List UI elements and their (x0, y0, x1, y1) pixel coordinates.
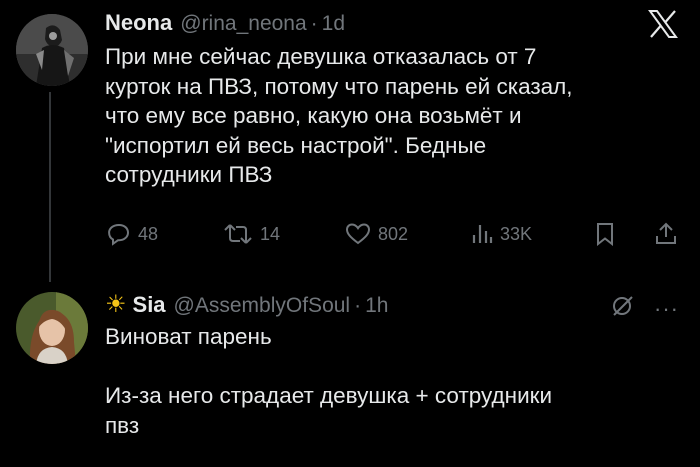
reply-author-name[interactable]: Sia (133, 292, 166, 318)
views-icon (472, 225, 493, 243)
share-button[interactable] (655, 222, 677, 246)
like-count: 802 (378, 223, 409, 244)
repost-button[interactable]: 14 (223, 222, 280, 246)
thread-line (49, 92, 51, 282)
reply-button[interactable]: 48 (107, 222, 158, 246)
repost-icon (224, 224, 252, 244)
reply-count: 48 (138, 223, 159, 244)
separator-dot: · (310, 12, 318, 35)
sun-emoji: ☀ (105, 291, 127, 318)
bookmark-button[interactable] (595, 222, 615, 246)
grok-icon[interactable] (610, 294, 636, 323)
reply-author-handle[interactable]: @AssemblyOfSoul (174, 294, 351, 318)
separator-dot: · (354, 294, 362, 317)
view-count: 33K (500, 223, 533, 244)
repost-count: 14 (260, 223, 281, 244)
x-logo (648, 10, 678, 43)
reply-icon (108, 223, 130, 246)
author-avatar[interactable] (16, 14, 88, 86)
author-handle[interactable]: @rina_neona (180, 12, 306, 36)
reply-time[interactable]: 1h (365, 294, 388, 318)
share-icon (656, 222, 676, 244)
post-header: Neona @rina_neona · 1d (105, 10, 345, 36)
like-button[interactable]: 802 (345, 222, 408, 246)
reply-author-avatar[interactable] (16, 292, 88, 364)
reply-header: ☀ Sia @AssemblyOfSoul · 1h (105, 290, 388, 319)
more-icon[interactable]: ··· (654, 296, 679, 322)
heart-icon (345, 223, 371, 245)
bookmark-icon (597, 223, 613, 246)
author-name[interactable]: Neona (105, 10, 172, 36)
post-time[interactable]: 1d (322, 12, 345, 36)
post-text: При мне сейчас девушка отказалась от 7 к… (105, 44, 573, 187)
post-actions: 48 14 802 33K (105, 222, 680, 252)
reply-text: Виноват парень Из-за него страдает девуш… (105, 324, 553, 438)
views-button[interactable]: 33K (471, 222, 532, 246)
